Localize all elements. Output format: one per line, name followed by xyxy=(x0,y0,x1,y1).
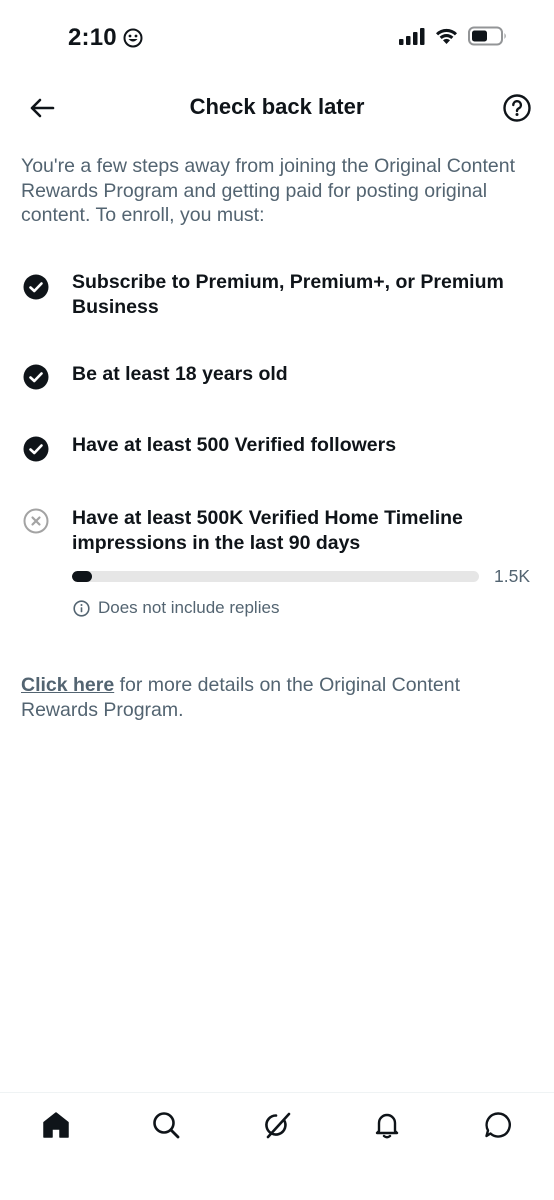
status-time-text: 2:10 xyxy=(68,24,117,51)
home-icon xyxy=(43,1112,69,1138)
smiley-emoji-icon xyxy=(123,28,143,48)
requirement-text: Have at least 500K Verified Home Timelin… xyxy=(72,507,463,554)
battery-icon xyxy=(468,26,506,46)
requirement-text: Have at least 500 Verified followers xyxy=(72,434,397,456)
impressions-value: 1.5K xyxy=(494,566,530,586)
intro-text: You're a few steps away from joining the… xyxy=(21,155,516,226)
checkmark-circle-icon xyxy=(23,274,49,300)
header: Check back later xyxy=(0,76,554,140)
status-time: 2:10 xyxy=(68,24,143,52)
status-bar: 2:10 xyxy=(0,0,554,76)
page-title: Check back later xyxy=(189,94,365,119)
nav-notifications[interactable] xyxy=(371,1109,403,1141)
replies-note-text: Does not include replies xyxy=(98,598,280,617)
bell-icon xyxy=(375,1113,399,1139)
nav-grok[interactable] xyxy=(261,1109,293,1141)
grok-icon xyxy=(265,1112,291,1139)
bottom-nav xyxy=(0,1092,554,1200)
details-text: Click here for more details on the Origi… xyxy=(21,673,533,723)
search-icon xyxy=(153,1112,180,1139)
impressions-progress-fill xyxy=(72,571,93,582)
click-here-link[interactable]: Click here xyxy=(21,674,114,696)
cellular-signal-icon xyxy=(399,28,425,45)
requirement-text: Be at least 18 years old xyxy=(72,363,288,385)
nav-messages[interactable] xyxy=(482,1109,514,1141)
status-icons xyxy=(399,26,508,46)
info-icon xyxy=(73,599,90,617)
replies-note: Does not include replies xyxy=(73,598,279,618)
nav-search[interactable] xyxy=(150,1109,182,1141)
help-circle-icon xyxy=(503,94,531,122)
checkmark-circle-icon xyxy=(23,436,49,462)
impressions-progress-bar xyxy=(72,571,479,582)
requirement-text: Subscribe to Premium, Premium+, or Premi… xyxy=(72,271,504,318)
checkmark-circle-icon xyxy=(23,364,49,390)
help-button[interactable] xyxy=(502,93,532,123)
chat-bubble-icon xyxy=(485,1112,511,1138)
nav-home[interactable] xyxy=(40,1109,72,1141)
x-circle-icon xyxy=(23,508,49,534)
wifi-icon xyxy=(436,28,457,44)
